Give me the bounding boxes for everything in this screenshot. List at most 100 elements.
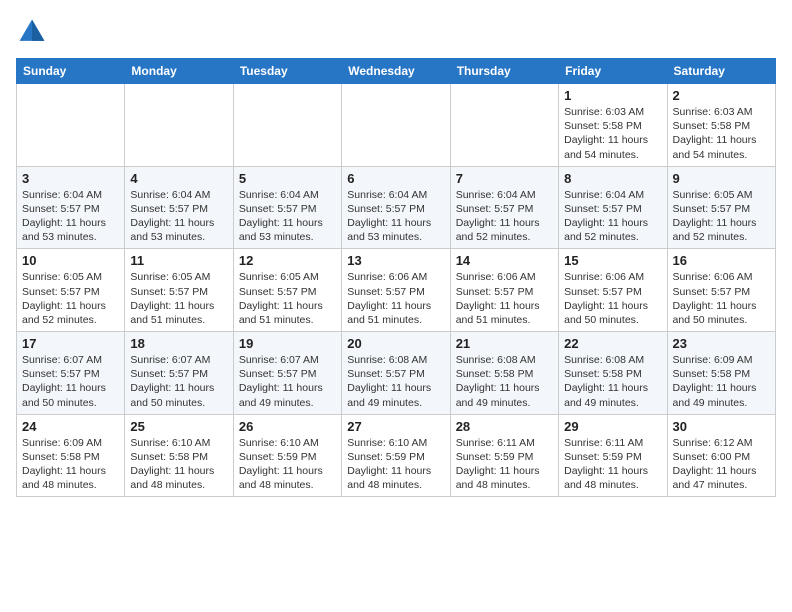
week-row-1: 3 Sunrise: 6:04 AM Sunset: 5:57 PM Daylig… xyxy=(17,166,776,249)
day-number: 13 xyxy=(347,253,444,268)
day-info: Sunrise: 6:10 AM Sunset: 5:59 PM Dayligh… xyxy=(239,436,336,493)
calendar-cell: 1Sunrise: 6:03 AM Sunset: 5:58 PM Daylig… xyxy=(559,84,667,167)
calendar-cell: 13 Sunrise: 6:06 AM Sunset: 5:57 PM Dayli… xyxy=(342,249,450,332)
calendar-cell: 29 Sunrise: 6:11 AM Sunset: 5:59 PM Dayli… xyxy=(559,414,667,497)
day-info: Sunrise: 6:06 AM Sunset: 5:57 PM Dayligh… xyxy=(456,270,553,327)
calendar-cell: 27 Sunrise: 6:10 AM Sunset: 5:59 PM Dayli… xyxy=(342,414,450,497)
day-info: Sunrise: 6:04 AM Sunset: 5:57 PM Dayligh… xyxy=(347,188,444,245)
day-info: Sunrise: 6:05 AM Sunset: 5:57 PM Dayligh… xyxy=(673,188,770,245)
day-number: 21 xyxy=(456,336,553,351)
calendar-cell: 12Sunrise: 6:05 AM Sunset: 5:57 PM Dayli… xyxy=(233,249,341,332)
day-info: Sunrise: 6:07 AM Sunset: 5:57 PM Dayligh… xyxy=(130,353,227,410)
day-number: 15 xyxy=(564,253,661,268)
day-number: 24 xyxy=(22,419,119,434)
day-number: 19 xyxy=(239,336,336,351)
day-info: Sunrise: 6:08 AM Sunset: 5:58 PM Dayligh… xyxy=(564,353,661,410)
calendar-cell: 4Sunrise: 6:04 AM Sunset: 5:57 PM Daylig… xyxy=(125,166,233,249)
day-info: Sunrise: 6:05 AM Sunset: 5:57 PM Dayligh… xyxy=(130,270,227,327)
week-row-0: 1Sunrise: 6:03 AM Sunset: 5:58 PM Daylig… xyxy=(17,84,776,167)
calendar-cell: 26 Sunrise: 6:10 AM Sunset: 5:59 PM Dayli… xyxy=(233,414,341,497)
day-number: 9 xyxy=(673,171,770,186)
calendar-cell: 20 Sunrise: 6:08 AM Sunset: 5:57 PM Dayli… xyxy=(342,332,450,415)
logo-icon xyxy=(16,16,48,48)
day-info: Sunrise: 6:06 AM Sunset: 5:57 PM Dayligh… xyxy=(347,270,444,327)
day-info: Sunrise: 6:11 AM Sunset: 5:59 PM Dayligh… xyxy=(564,436,661,493)
calendar-container: SundayMondayTuesdayWednesdayThursdayFrid… xyxy=(0,0,792,509)
day-number: 18 xyxy=(130,336,227,351)
calendar-cell: 15 Sunrise: 6:06 AM Sunset: 5:57 PM Dayli… xyxy=(559,249,667,332)
day-info: Sunrise: 6:04 AM Sunset: 5:57 PM Dayligh… xyxy=(564,188,661,245)
calendar-table: SundayMondayTuesdayWednesdayThursdayFrid… xyxy=(16,58,776,497)
weekday-header-monday: Monday xyxy=(125,59,233,84)
calendar-cell: 9 Sunrise: 6:05 AM Sunset: 5:57 PM Daylig… xyxy=(667,166,775,249)
day-number: 23 xyxy=(673,336,770,351)
calendar-cell: 7 Sunrise: 6:04 AM Sunset: 5:57 PM Daylig… xyxy=(450,166,558,249)
logo xyxy=(16,16,52,48)
day-info: Sunrise: 6:04 AM Sunset: 5:57 PM Dayligh… xyxy=(456,188,553,245)
calendar-cell: 3 Sunrise: 6:04 AM Sunset: 5:57 PM Daylig… xyxy=(17,166,125,249)
calendar-cell xyxy=(450,84,558,167)
day-number: 11 xyxy=(130,253,227,268)
calendar-cell: 23 Sunrise: 6:09 AM Sunset: 5:58 PM Dayli… xyxy=(667,332,775,415)
day-info: Sunrise: 6:04 AM Sunset: 5:57 PM Dayligh… xyxy=(239,188,336,245)
day-number: 12 xyxy=(239,253,336,268)
day-info: Sunrise: 6:10 AM Sunset: 5:58 PM Dayligh… xyxy=(130,436,227,493)
day-info: Sunrise: 6:07 AM Sunset: 5:57 PM Dayligh… xyxy=(239,353,336,410)
day-number: 6 xyxy=(347,171,444,186)
day-number: 29 xyxy=(564,419,661,434)
day-info: Sunrise: 6:03 AM Sunset: 5:58 PM Dayligh… xyxy=(564,105,661,162)
day-number: 5 xyxy=(239,171,336,186)
header xyxy=(16,16,776,48)
day-number: 20 xyxy=(347,336,444,351)
weekday-header-wednesday: Wednesday xyxy=(342,59,450,84)
calendar-cell: 6 Sunrise: 6:04 AM Sunset: 5:57 PM Daylig… xyxy=(342,166,450,249)
calendar-cell xyxy=(17,84,125,167)
day-number: 26 xyxy=(239,419,336,434)
week-row-2: 10 Sunrise: 6:05 AM Sunset: 5:57 PM Dayli… xyxy=(17,249,776,332)
day-info: Sunrise: 6:10 AM Sunset: 5:59 PM Dayligh… xyxy=(347,436,444,493)
calendar-cell xyxy=(125,84,233,167)
week-row-4: 24Sunrise: 6:09 AM Sunset: 5:58 PM Dayli… xyxy=(17,414,776,497)
calendar-cell: 18 Sunrise: 6:07 AM Sunset: 5:57 PM Dayli… xyxy=(125,332,233,415)
day-number: 2 xyxy=(673,88,770,103)
day-number: 25 xyxy=(130,419,227,434)
day-number: 10 xyxy=(22,253,119,268)
day-number: 22 xyxy=(564,336,661,351)
calendar-cell: 17Sunrise: 6:07 AM Sunset: 5:57 PM Dayli… xyxy=(17,332,125,415)
weekday-header-friday: Friday xyxy=(559,59,667,84)
day-info: Sunrise: 6:06 AM Sunset: 5:57 PM Dayligh… xyxy=(673,270,770,327)
day-number: 17 xyxy=(22,336,119,351)
calendar-cell: 16Sunrise: 6:06 AM Sunset: 5:57 PM Dayli… xyxy=(667,249,775,332)
calendar-cell: 2Sunrise: 6:03 AM Sunset: 5:58 PM Daylig… xyxy=(667,84,775,167)
day-number: 30 xyxy=(673,419,770,434)
day-number: 27 xyxy=(347,419,444,434)
day-number: 7 xyxy=(456,171,553,186)
calendar-cell: 30 Sunrise: 6:12 AM Sunset: 6:00 PM Dayli… xyxy=(667,414,775,497)
day-info: Sunrise: 6:05 AM Sunset: 5:57 PM Dayligh… xyxy=(22,270,119,327)
day-number: 14 xyxy=(456,253,553,268)
day-number: 3 xyxy=(22,171,119,186)
weekday-header-saturday: Saturday xyxy=(667,59,775,84)
day-info: Sunrise: 6:12 AM Sunset: 6:00 PM Dayligh… xyxy=(673,436,770,493)
calendar-cell: 25 Sunrise: 6:10 AM Sunset: 5:58 PM Dayli… xyxy=(125,414,233,497)
calendar-cell: 8 Sunrise: 6:04 AM Sunset: 5:57 PM Daylig… xyxy=(559,166,667,249)
day-info: Sunrise: 6:04 AM Sunset: 5:57 PM Dayligh… xyxy=(130,188,227,245)
day-info: Sunrise: 6:08 AM Sunset: 5:57 PM Dayligh… xyxy=(347,353,444,410)
calendar-cell xyxy=(233,84,341,167)
day-number: 8 xyxy=(564,171,661,186)
calendar-cell xyxy=(342,84,450,167)
week-row-3: 17 Sunrise: 6:07 AM Sunset: 5:57 PM Dayli… xyxy=(17,332,776,415)
day-number: 28 xyxy=(456,419,553,434)
calendar-cell: 22 Sunrise: 6:08 AM Sunset: 5:58 PM Dayli… xyxy=(559,332,667,415)
calendar-cell: 24Sunrise: 6:09 AM Sunset: 5:58 PM Dayli… xyxy=(17,414,125,497)
day-info: Sunrise: 6:06 AM Sunset: 5:57 PM Dayligh… xyxy=(564,270,661,327)
day-info: Sunrise: 6:11 AM Sunset: 5:59 PM Dayligh… xyxy=(456,436,553,493)
calendar-cell: 28 Sunrise: 6:11 AM Sunset: 5:59 PM Dayli… xyxy=(450,414,558,497)
calendar-cell: 5 Sunrise: 6:04 AM Sunset: 5:57 PM Daylig… xyxy=(233,166,341,249)
weekday-header-row: SundayMondayTuesdayWednesdayThursdayFrid… xyxy=(17,59,776,84)
day-info: Sunrise: 6:09 AM Sunset: 5:58 PM Dayligh… xyxy=(673,353,770,410)
day-info: Sunrise: 6:04 AM Sunset: 5:57 PM Dayligh… xyxy=(22,188,119,245)
weekday-header-thursday: Thursday xyxy=(450,59,558,84)
calendar-cell: 10 Sunrise: 6:05 AM Sunset: 5:57 PM Dayli… xyxy=(17,249,125,332)
calendar-cell: 14 Sunrise: 6:06 AM Sunset: 5:57 PM Dayli… xyxy=(450,249,558,332)
